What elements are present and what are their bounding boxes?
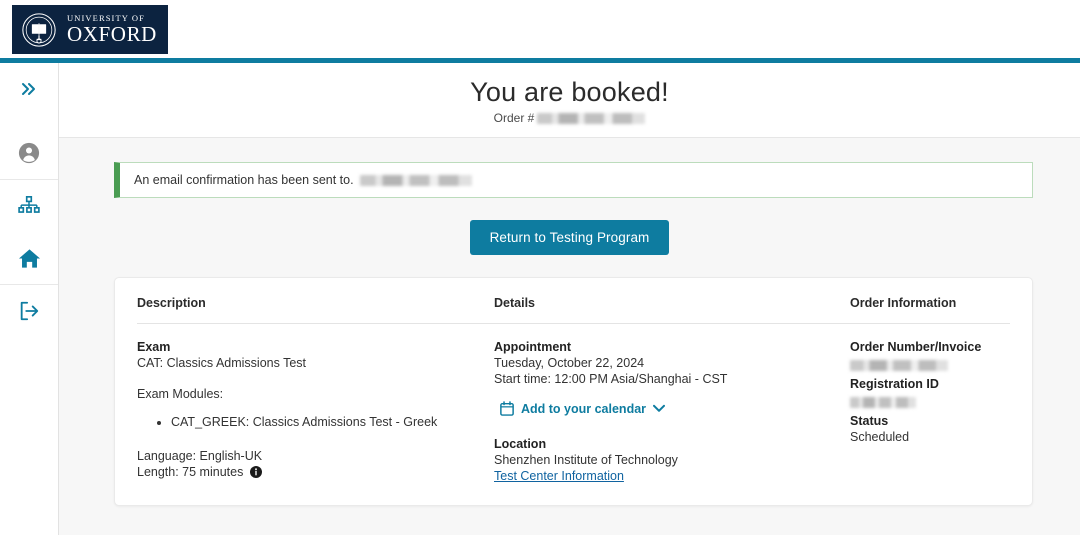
exam-modules-list: CAT_GREEK: Classics Admissions Test - Gr…: [137, 413, 494, 432]
brand-bar: UNIVERSITY OF OXFORD: [0, 0, 1080, 58]
registration-id-redacted: [850, 397, 916, 409]
return-to-testing-program-button[interactable]: Return to Testing Program: [469, 220, 670, 255]
column-header-order-information: Order Information: [850, 296, 957, 310]
description-column: Exam CAT: Classics Admissions Test Exam …: [137, 340, 494, 485]
order-number-invoice-value: [850, 357, 1010, 375]
sitemap-icon: [18, 196, 40, 213]
card-column-bodies: Exam CAT: Classics Admissions Test Exam …: [137, 340, 1010, 485]
exam-label: Exam: [137, 340, 171, 354]
order-number-invoice-label: Order Number/Invoice: [850, 340, 982, 354]
column-header-details: Details: [494, 296, 535, 310]
registration-id-value: [850, 394, 1010, 412]
location-value: Shenzhen Institute of Technology: [494, 453, 678, 467]
action-row: Return to Testing Program: [59, 220, 1080, 255]
page-title: You are booked!: [470, 77, 669, 107]
email-confirmation-alert: An email confirmation has been sent to.: [114, 162, 1033, 198]
alert-email-redacted: [359, 174, 472, 186]
exam-modules-label: Exam Modules:: [137, 387, 224, 401]
location-label: Location: [494, 437, 547, 451]
chevron-double-right-icon: [22, 83, 35, 95]
sidebar-item-account[interactable]: [0, 127, 58, 179]
order-number-line: Order #: [59, 111, 1080, 125]
app-shell: You are booked! Order # An email confirm…: [0, 63, 1080, 535]
card-header-divider: [137, 323, 1010, 324]
sidebar-item-sign-out[interactable]: [0, 285, 58, 337]
appointment-date: Tuesday, October 22, 2024: [494, 356, 645, 370]
page-body: An email confirmation has been sent to. …: [59, 138, 1080, 535]
chevron-down-icon: [653, 404, 666, 412]
order-number-redacted-value: [537, 112, 646, 124]
booking-summary-card: Description Details Order Information Ex…: [114, 277, 1033, 506]
appointment-start-time: Start time: 12:00 PM Asia/Shanghai - CST: [494, 372, 728, 386]
calendar-icon: [500, 401, 514, 416]
registration-id-label: Registration ID: [850, 377, 939, 391]
oxford-logo[interactable]: UNIVERSITY OF OXFORD: [12, 5, 168, 54]
length-row: Length: 75 minutes: [137, 465, 494, 481]
appointment-label: Appointment: [494, 340, 572, 354]
exam-value: CAT: Classics Admissions Test: [137, 356, 307, 370]
status-badge: Scheduled: [850, 430, 910, 444]
card-column-headers: Description Details Order Information: [137, 296, 1010, 310]
oxford-crest-icon: [22, 12, 56, 47]
sidebar-item-home[interactable]: [0, 232, 58, 284]
oxford-wordmark: UNIVERSITY OF OXFORD: [67, 14, 157, 46]
length-value: Length: 75 minutes: [137, 464, 244, 479]
sidebar-item-expand[interactable]: [0, 63, 58, 115]
order-information-column: Order Number/Invoice Registration ID Sta…: [850, 340, 1010, 485]
sidebar-item-org-chart[interactable]: [0, 180, 58, 232]
add-to-calendar-label: Add to your calendar: [521, 401, 647, 416]
language-value: Language: English-UK: [137, 448, 263, 463]
page-header: You are booked! Order #: [59, 63, 1080, 138]
details-column: Appointment Tuesday, October 22, 2024 St…: [494, 340, 850, 485]
alert-message: An email confirmation has been sent to.: [134, 173, 354, 187]
order-number-label: Order #: [493, 111, 535, 125]
sign-out-icon: [20, 301, 39, 321]
test-center-information-link[interactable]: Test Center Information: [494, 469, 624, 483]
order-number-invoice-redacted: [850, 360, 948, 372]
add-to-calendar-button[interactable]: Add to your calendar: [500, 401, 850, 416]
column-header-description: Description: [137, 296, 206, 310]
wordmark-line2: OXFORD: [67, 22, 157, 47]
list-item: CAT_GREEK: Classics Admissions Test - Gr…: [171, 413, 494, 432]
user-circle-icon: [18, 142, 40, 164]
info-circle-icon[interactable]: [249, 465, 262, 481]
status-label: Status: [850, 414, 889, 428]
wordmark-line1: UNIVERSITY OF: [67, 12, 145, 23]
home-icon: [18, 248, 40, 268]
main-content: You are booked! Order # An email confirm…: [59, 63, 1080, 535]
sidebar: [0, 63, 59, 535]
